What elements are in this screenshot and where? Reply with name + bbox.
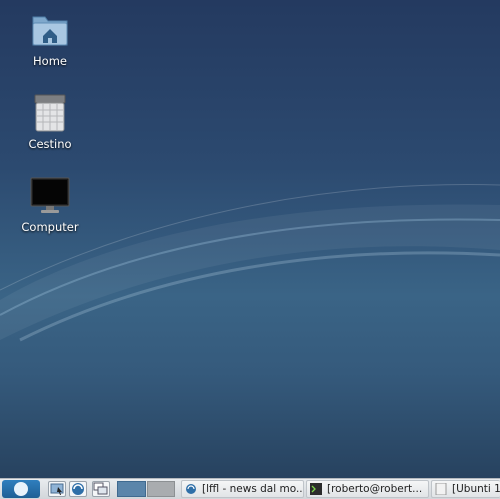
document-icon [435,483,447,495]
browser-icon [186,484,196,494]
menu-logo-icon [14,482,28,496]
taskbar: [lffl - news dal mo... [roberto@robert..… [0,478,500,499]
task-label: [roberto@robert... [327,483,423,495]
trash-icon [30,93,70,133]
desktop-icon-trash[interactable]: Cestino [8,93,92,151]
terminal-icon [310,483,322,495]
task-button-browser[interactable]: [lffl - news dal mo... [181,480,304,498]
desktop-icon-label: Home [33,54,67,68]
home-folder-icon [30,10,70,50]
desktop-icon-home[interactable]: Home [8,10,92,68]
wallpaper-swoosh [0,184,500,342]
computer-monitor-icon [30,176,70,216]
task-button-terminal[interactable]: [roberto@robert... [306,480,429,498]
show-desktop-button[interactable] [48,481,66,497]
task-button-document[interactable]: [Ubunti 1 [431,480,500,498]
desktop-icon-computer[interactable]: Computer [8,176,92,234]
show-desktop-icon [50,483,64,495]
desktop-icon-label: Cestino [28,137,72,151]
workspace-1[interactable] [117,481,146,497]
main-menu-button[interactable] [2,480,40,498]
window-switcher-button[interactable] [92,481,110,497]
desktop: Home Cestino Computer [0,0,500,478]
browser-launcher[interactable] [69,481,87,497]
browser-icon [72,483,84,495]
desktop-icon-label: Computer [21,220,79,234]
task-label: [Ubunti 1 [452,483,500,495]
workspace-2[interactable] [147,481,175,497]
task-label: [lffl - news dal mo... [202,483,304,495]
window-switcher-icon [93,482,108,495]
